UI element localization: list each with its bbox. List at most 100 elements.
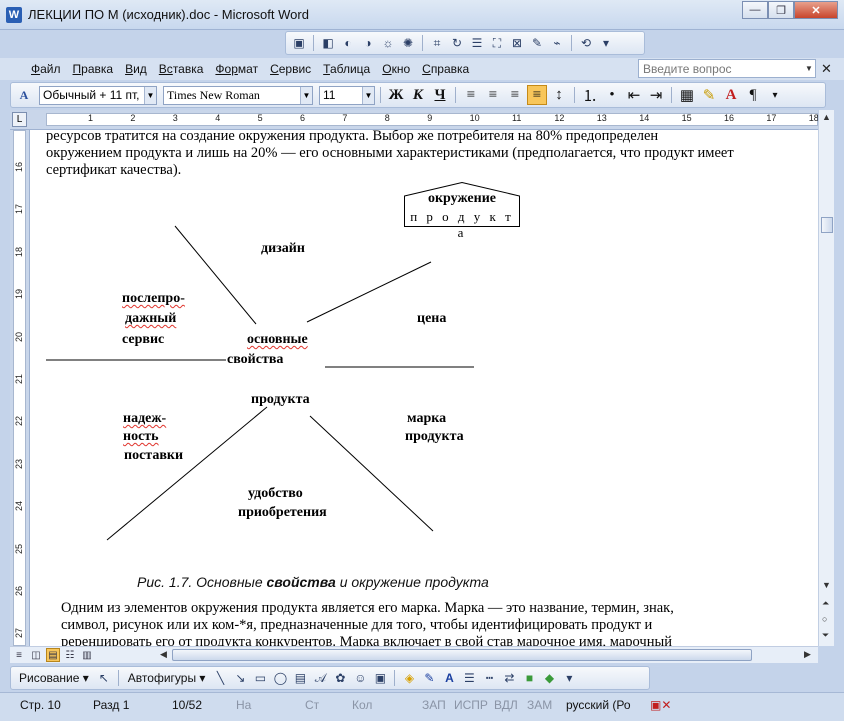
menu-insert[interactable]: Вставка [153, 62, 210, 76]
ask-question-input[interactable]: Введите вопрос ▼ [638, 59, 816, 78]
scroll-down-icon[interactable]: ▼ [822, 580, 831, 590]
close-document-button[interactable]: ✕ [821, 61, 832, 77]
justify-icon[interactable]: ≡ [527, 85, 547, 105]
autoshapes-menu-button[interactable]: Автофигуры ▾ [124, 671, 210, 685]
status-track-changes[interactable]: ИСПР [454, 698, 488, 712]
status-language[interactable]: русский (Ро [566, 698, 631, 712]
toolbar-options-icon[interactable]: ▾ [597, 34, 615, 52]
dash-style-icon[interactable]: ┅ [480, 669, 498, 687]
reset-picture-icon[interactable]: ⟲ [577, 34, 595, 52]
status-overtype[interactable]: ЗАМ [527, 698, 552, 712]
line-style-icon[interactable]: ☰ [460, 669, 478, 687]
outline-view-icon[interactable]: ☷ [63, 648, 77, 662]
toolbar-options-icon[interactable]: ▾ [560, 669, 578, 687]
less-brightness-icon[interactable]: ✺ [399, 34, 417, 52]
restore-button[interactable]: ❐ [768, 1, 794, 19]
align-center-icon[interactable]: ≡ [483, 85, 503, 105]
status-record[interactable]: ЗАП [422, 698, 446, 712]
style-combo[interactable]: Обычный + 11 пт, ▼ [39, 85, 157, 105]
align-right-icon[interactable]: ≡ [505, 85, 525, 105]
insert-picture-icon[interactable]: ▣ [290, 34, 308, 52]
text-box-icon[interactable]: ▤ [291, 669, 309, 687]
chevron-down-icon[interactable]: ▼ [362, 86, 374, 104]
menu-help[interactable]: Справка [416, 62, 475, 76]
toolbar-options-icon[interactable]: ▾ [765, 85, 785, 105]
arrow-tool-icon[interactable]: ↘ [231, 669, 249, 687]
document-page[interactable]: ресурсов тратится на создание окружения … [30, 130, 818, 646]
format-picture-icon[interactable]: ✎ [528, 34, 546, 52]
close-button[interactable]: ✕ [794, 1, 838, 19]
menu-table[interactable]: Таблица [317, 62, 376, 76]
scroll-up-icon[interactable]: ▲ [822, 112, 831, 122]
menu-file[interactable]: Файл [25, 62, 67, 76]
bold-button[interactable]: Ж [386, 85, 406, 105]
menu-format[interactable]: Формат [209, 62, 264, 76]
word-app-icon[interactable]: W [6, 7, 22, 23]
select-objects-icon[interactable]: ↖ [95, 669, 113, 687]
horizontal-ruler[interactable]: L 1 2 3 4 5 6 7 8 9 10 11 12 13 14 15 16 17 18 [10, 110, 819, 130]
align-left-icon[interactable]: ≡ [461, 85, 481, 105]
chevron-down-icon[interactable]: ▼ [300, 86, 312, 104]
line-spacing-icon[interactable]: ↕ [549, 85, 569, 105]
line-tool-icon[interactable]: ╲ [211, 669, 229, 687]
vertical-ruler[interactable]: 16 17 18 19 20 21 22 23 24 25 26 27 [10, 130, 30, 646]
status-extend[interactable]: ВДЛ [494, 698, 518, 712]
normal-view-icon[interactable]: ≡ [12, 648, 26, 662]
oval-tool-icon[interactable]: ◯ [271, 669, 289, 687]
rotate-icon[interactable]: ↻ [448, 34, 466, 52]
font-color-icon[interactable]: A [721, 85, 741, 105]
borders-icon[interactable]: ▦ [677, 85, 697, 105]
diagram-icon[interactable]: ✿ [331, 669, 349, 687]
bullets-icon[interactable]: • [602, 85, 622, 105]
underline-button[interactable]: Ч [430, 85, 450, 105]
scroll-left-icon[interactable]: ◀ [160, 649, 167, 660]
arrow-style-icon[interactable]: ⇄ [500, 669, 518, 687]
more-contrast-icon[interactable]: ◐ [339, 34, 357, 52]
italic-button[interactable]: К [408, 85, 428, 105]
minimize-button[interactable]: — [742, 1, 768, 19]
insert-picture-icon[interactable]: ▣ [371, 669, 389, 687]
line-color-icon[interactable]: ✎ [420, 669, 438, 687]
font-size-combo[interactable]: 11 ▼ [319, 85, 375, 105]
menu-edit[interactable]: Правка [67, 62, 120, 76]
previous-page-icon[interactable]: ⏶ [822, 598, 829, 609]
clipart-icon[interactable]: ☺ [351, 669, 369, 687]
tab-selector[interactable]: L [12, 112, 27, 127]
increase-indent-icon[interactable]: ⇥ [646, 85, 666, 105]
less-contrast-icon[interactable]: ◑ [359, 34, 377, 52]
3d-icon[interactable]: ◆ [540, 669, 558, 687]
crop-icon[interactable]: ⌗ [428, 34, 446, 52]
scroll-right-icon[interactable]: ▶ [804, 649, 811, 660]
decrease-indent-icon[interactable]: ⇤ [624, 85, 644, 105]
chevron-down-icon[interactable]: ▼ [803, 60, 815, 77]
chevron-down-icon[interactable]: ▼ [144, 86, 156, 104]
numbering-icon[interactable]: ⒈ [580, 85, 600, 105]
vertical-scrollbar[interactable]: ▲ ▼ ⏶ ○ ⏷ [818, 110, 834, 646]
web-view-icon[interactable]: ◫ [29, 648, 43, 662]
rectangle-tool-icon[interactable]: ▭ [251, 669, 269, 687]
show-formatting-button[interactable]: ¶ [743, 85, 763, 105]
browse-object-icon[interactable]: ○ [822, 614, 827, 624]
wordart-icon[interactable]: 𝒜 [311, 669, 329, 687]
font-combo[interactable]: Times New Roman ▼ [163, 85, 313, 105]
horizontal-scrollbar[interactable]: ≡ ◫ ▤ ☷ ▥ ◀ ▶ [10, 646, 818, 663]
scroll-thumb[interactable] [172, 649, 752, 661]
set-transparent-icon[interactable]: ⌁ [548, 34, 566, 52]
compress-icon[interactable]: ⛶ [488, 34, 506, 52]
text-wrapping-icon[interactable]: ⊠ [508, 34, 526, 52]
menu-window[interactable]: Окно [376, 62, 416, 76]
spelling-status-icon[interactable]: ▣✕ [650, 698, 671, 712]
scroll-thumb[interactable] [821, 217, 833, 233]
fill-color-icon[interactable]: ◈ [400, 669, 418, 687]
font-color-icon[interactable]: A [440, 669, 458, 687]
color-icon[interactable]: ◧ [319, 34, 337, 52]
reading-view-icon[interactable]: ▥ [80, 648, 94, 662]
print-layout-icon[interactable]: ▤ [46, 648, 60, 662]
more-brightness-icon[interactable]: ☼ [379, 34, 397, 52]
next-page-icon[interactable]: ⏷ [822, 630, 829, 641]
highlight-icon[interactable]: ✎ [699, 85, 719, 105]
styles-pane-icon[interactable]: A [15, 86, 33, 104]
shadow-icon[interactable]: ■ [520, 669, 538, 687]
menu-tools[interactable]: Сервис [264, 62, 317, 76]
menu-view[interactable]: Вид [119, 62, 153, 76]
